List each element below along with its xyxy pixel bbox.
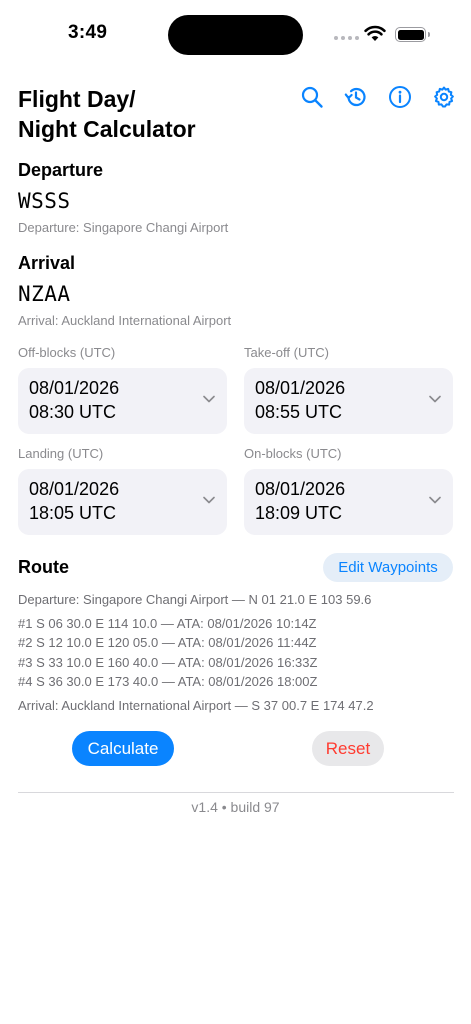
history-icon[interactable] xyxy=(343,84,369,110)
wifi-icon xyxy=(364,24,386,47)
reset-button[interactable]: Reset xyxy=(312,731,384,766)
off-blocks-label: Off-blocks (UTC) xyxy=(18,345,116,360)
arrival-code-field[interactable]: NZAA xyxy=(18,282,71,306)
waypoint-row: #1 S 06 30.0 E 114 10.0 — ATA: 08/01/202… xyxy=(18,616,317,631)
arrival-caption: Arrival: Auckland International Airport xyxy=(18,313,232,328)
search-icon[interactable] xyxy=(299,84,325,110)
on-blocks-date: 08/01/2026 xyxy=(255,479,346,499)
chevron-down-icon xyxy=(203,395,215,403)
version-label: v1.4 • build 97 xyxy=(191,799,280,815)
landing-label: Landing (UTC) xyxy=(18,446,104,461)
waypoint-row: #4 S 36 30.0 E 173 40.0 — ATA: 08/01/202… xyxy=(18,674,318,689)
battery-icon xyxy=(395,27,430,42)
route-title: Route xyxy=(18,557,69,577)
departure-code-field[interactable]: WSSS xyxy=(18,189,71,213)
on-blocks-label: On-blocks (UTC) xyxy=(244,446,342,461)
landing-picker[interactable]: 08/01/2026 18:05 UTC xyxy=(18,469,227,535)
waypoint-row: #2 S 12 10.0 E 120 05.0 — ATA: 08/01/202… xyxy=(18,635,317,650)
chevron-down-icon xyxy=(429,496,441,504)
cellular-signal-icon xyxy=(334,36,359,40)
arrival-label: Arrival xyxy=(18,253,76,273)
route-departure-line: Departure: Singapore Changi Airport — N … xyxy=(18,592,372,607)
take-off-time: 08:55 UTC xyxy=(255,402,343,422)
page-title-line2: Night Calculator xyxy=(18,116,196,142)
info-icon[interactable] xyxy=(387,84,413,110)
route-arrival-line: Arrival: Auckland International Airport … xyxy=(18,698,374,713)
edit-waypoints-button[interactable]: Edit Waypoints xyxy=(323,553,453,582)
off-blocks-date: 08/01/2026 xyxy=(29,378,120,398)
departure-caption: Departure: Singapore Changi Airport xyxy=(18,220,229,235)
settings-icon[interactable] xyxy=(431,84,457,110)
calculate-button[interactable]: Calculate xyxy=(72,731,174,766)
status-time: 3:49 xyxy=(68,22,108,43)
page-title: Flight Day/ Night Calculator xyxy=(18,84,268,144)
on-blocks-time: 18:09 UTC xyxy=(255,503,343,523)
off-blocks-time: 08:30 UTC xyxy=(29,402,117,422)
on-blocks-picker[interactable]: 08/01/2026 18:09 UTC xyxy=(244,469,453,535)
landing-time: 18:05 UTC xyxy=(29,503,117,523)
take-off-picker[interactable]: 08/01/2026 08:55 UTC xyxy=(244,368,453,434)
landing-date: 08/01/2026 xyxy=(29,479,120,499)
toolbar xyxy=(299,84,457,110)
chevron-down-icon xyxy=(203,496,215,504)
waypoint-row: #3 S 33 10.0 E 160 40.0 — ATA: 08/01/202… xyxy=(18,655,318,670)
take-off-label: Take-off (UTC) xyxy=(244,345,329,360)
status-bar: 3:49 xyxy=(0,0,471,70)
departure-label: Departure xyxy=(18,160,104,180)
page-title-line1: Flight Day/ xyxy=(18,86,136,112)
divider xyxy=(18,792,454,793)
chevron-down-icon xyxy=(429,395,441,403)
off-blocks-picker[interactable]: 08/01/2026 08:30 UTC xyxy=(18,368,227,434)
dynamic-island xyxy=(168,15,303,55)
take-off-date: 08/01/2026 xyxy=(255,378,346,398)
